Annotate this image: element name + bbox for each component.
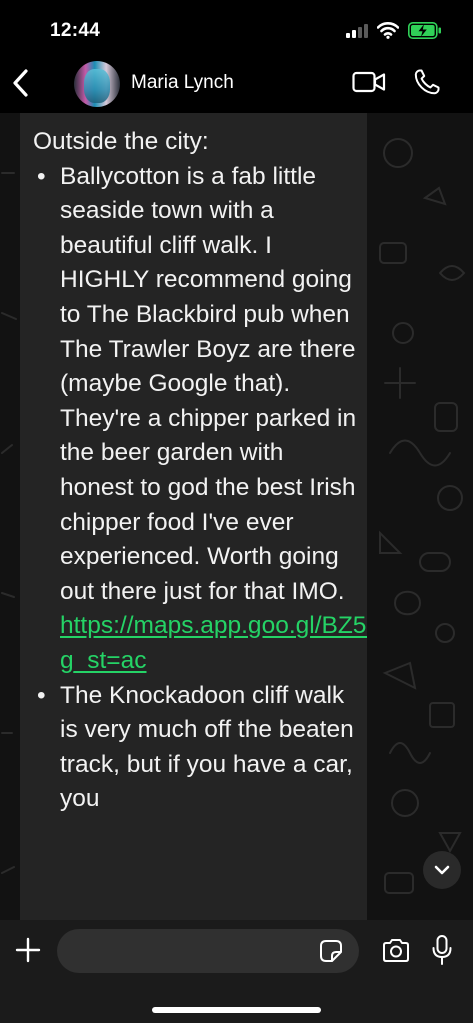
maps-link[interactable]: https://maps.app.goo.gl/BZ5n1bnZBhsKdxjh…: [60, 612, 367, 674]
list-item-text: The Knockadoon cliff walk is very much o…: [60, 681, 354, 813]
status-bar: 12:44: [0, 0, 473, 58]
plus-icon[interactable]: [15, 937, 41, 963]
message-input-bar: [0, 920, 473, 1023]
message-heading: Outside the city:: [33, 128, 209, 155]
contact-name[interactable]: Maria Lynch: [131, 72, 234, 94]
phone-icon[interactable]: [413, 68, 441, 96]
message-text: Outside the city: Ballycotton is a fab l…: [33, 125, 367, 817]
video-camera-icon[interactable]: [352, 69, 386, 95]
cellular-signal-icon: [346, 24, 368, 38]
camera-icon[interactable]: [381, 938, 411, 964]
list-item: The Knockadoon cliff walk is very much o…: [33, 679, 357, 817]
message-list: Ballycotton is a fab little seaside town…: [33, 160, 367, 817]
chevron-down-icon: [434, 865, 450, 875]
message-input[interactable]: [57, 929, 359, 973]
status-time: 12:44: [50, 20, 101, 41]
chat-header: Maria Lynch: [0, 58, 473, 113]
microphone-icon[interactable]: [431, 934, 453, 966]
chat-area[interactable]: Outside the city: Ballycotton is a fab l…: [0, 113, 473, 920]
list-item: Ballycotton is a fab little seaside town…: [33, 160, 367, 679]
wifi-icon: [377, 22, 399, 39]
battery-charging-icon: [408, 22, 441, 39]
sticker-icon[interactable]: [319, 939, 343, 963]
message-bubble[interactable]: Outside the city: Ballycotton is a fab l…: [20, 113, 367, 920]
list-item-text: Ballycotton is a fab little seaside town…: [60, 162, 357, 605]
scroll-to-bottom-button[interactable]: [423, 851, 461, 889]
home-indicator: [152, 1007, 321, 1013]
avatar[interactable]: [74, 61, 120, 107]
chevron-left-icon[interactable]: [8, 66, 34, 100]
